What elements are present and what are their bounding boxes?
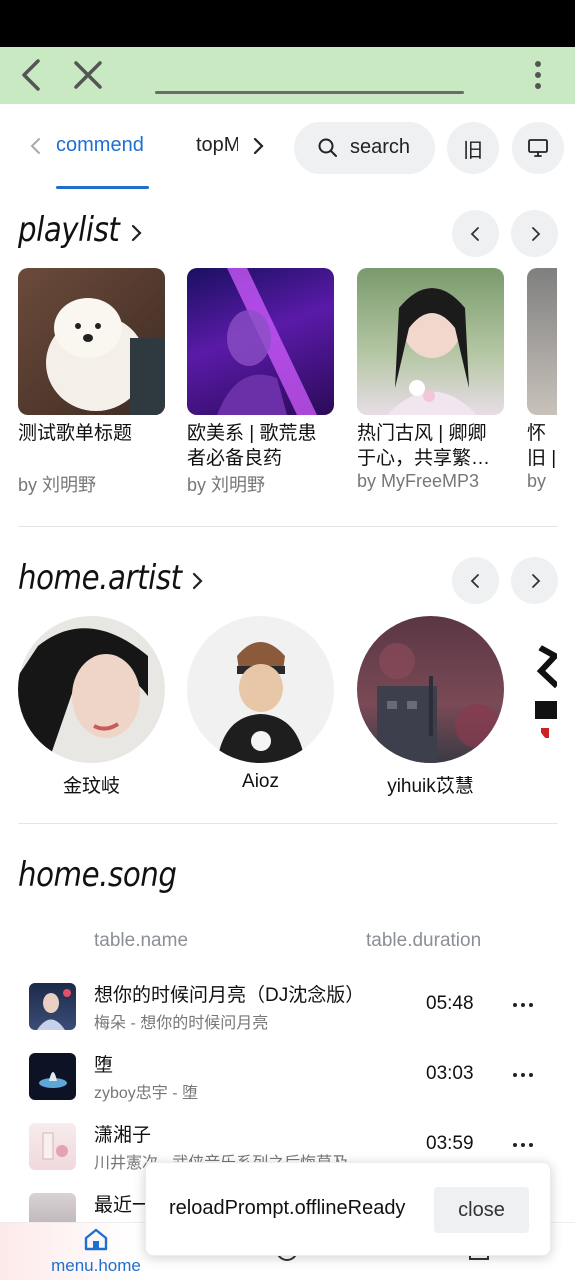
nav-home-label: menu.home bbox=[51, 1256, 141, 1275]
monitor-icon bbox=[528, 139, 548, 157]
song-title: 堕 bbox=[94, 1055, 114, 1076]
song-section-title: home.song bbox=[18, 855, 177, 895]
artist-name: yihuik苡慧 bbox=[387, 776, 474, 797]
home-icon bbox=[84, 1228, 108, 1251]
chevron-left-icon bbox=[470, 573, 479, 588]
playlist-cover bbox=[527, 268, 557, 415]
playlist-cover bbox=[357, 268, 504, 415]
chevron-right-icon bbox=[531, 226, 540, 241]
toast-close-button[interactable]: close bbox=[434, 1187, 529, 1233]
language-button[interactable]: 旧 bbox=[447, 122, 499, 174]
artist-next-button[interactable] bbox=[511, 557, 558, 604]
more-vertical-icon[interactable] bbox=[518, 55, 558, 95]
song-duration: 03:03 bbox=[426, 1063, 474, 1084]
more-horizontal-icon[interactable] bbox=[510, 1135, 536, 1155]
playlist-card[interactable]: 测试歌单标题 by 刘明野 bbox=[18, 268, 165, 497]
song-duration: 03:59 bbox=[426, 1133, 474, 1154]
section-divider bbox=[18, 526, 558, 527]
playlist-section-title[interactable]: playlist bbox=[18, 210, 120, 250]
playlist-author: by MyFreeMP3 bbox=[357, 471, 480, 491]
active-tab-indicator bbox=[56, 186, 149, 189]
artist-prev-button[interactable] bbox=[452, 557, 499, 604]
playlist-next-button[interactable] bbox=[511, 210, 558, 257]
artist-section-title[interactable]: home.artist bbox=[18, 558, 182, 598]
column-header-duration[interactable]: table.duration bbox=[366, 930, 481, 952]
playlist-title: 欧美系 | 歌荒患者必备良药 bbox=[187, 423, 317, 469]
search-icon bbox=[316, 136, 340, 160]
playlist-title: 怀旧 | 时 bbox=[527, 423, 557, 469]
song-title: 潇湘子 bbox=[94, 1125, 152, 1146]
artist-card[interactable]: yihuik苡慧 bbox=[357, 616, 504, 798]
song-duration: 05:48 bbox=[426, 993, 474, 1014]
search-button[interactable]: search bbox=[294, 122, 435, 174]
close-icon[interactable] bbox=[68, 55, 108, 95]
artist-avatar bbox=[187, 616, 334, 763]
chevron-right-icon[interactable] bbox=[126, 221, 146, 245]
artist-name: 金玟岐 bbox=[62, 776, 120, 797]
artist-card[interactable] bbox=[527, 616, 557, 763]
url-bar[interactable] bbox=[155, 91, 464, 94]
chevron-left-icon bbox=[470, 226, 479, 241]
playlist-author: by 刘明野 bbox=[187, 475, 266, 495]
search-label: search bbox=[350, 136, 411, 158]
more-horizontal-icon[interactable] bbox=[510, 995, 536, 1015]
song-cover bbox=[29, 1053, 76, 1100]
more-horizontal-icon[interactable] bbox=[510, 1065, 536, 1085]
desktop-button[interactable] bbox=[512, 122, 564, 174]
song-title: 最近一 bbox=[94, 1195, 152, 1216]
top-navigation: commend topMV search 旧 bbox=[0, 104, 575, 194]
column-header-name[interactable]: table.name bbox=[94, 930, 188, 952]
song-cover bbox=[29, 983, 76, 1030]
song-cover bbox=[29, 1193, 76, 1222]
artist-name: Aioz bbox=[242, 771, 279, 792]
toast-message: reloadPrompt.offlineReady bbox=[169, 1197, 406, 1219]
playlist-cover bbox=[18, 268, 165, 415]
chevron-right-icon[interactable] bbox=[248, 134, 268, 158]
song-artist-album: 梅朵 - 想你的时候问月亮 bbox=[94, 1015, 269, 1032]
offline-ready-toast: reloadPrompt.offlineReady close bbox=[145, 1162, 551, 1256]
song-row[interactable]: 想你的时候问月亮（DJ沈念版） 梅朵 - 想你的时候问月亮 05:48 bbox=[0, 983, 575, 1053]
browser-toolbar bbox=[0, 47, 575, 104]
chevron-left-icon[interactable] bbox=[26, 134, 46, 158]
artist-card[interactable]: 金玟岐 bbox=[18, 616, 165, 798]
playlist-card[interactable]: 热门古风 | 卿卿于心，共享繁… by MyFreeMP3 bbox=[357, 268, 504, 492]
artist-avatar bbox=[18, 616, 165, 763]
song-cover bbox=[29, 1123, 76, 1170]
status-bar bbox=[0, 0, 575, 47]
artist-card[interactable]: Aioz bbox=[187, 616, 334, 793]
artist-avatar bbox=[527, 616, 557, 763]
playlist-title: 热门古风 | 卿卿于心，共享繁… bbox=[357, 423, 491, 469]
nav-home[interactable]: menu.home bbox=[48, 1227, 144, 1276]
playlist-title: 测试歌单标题 bbox=[18, 423, 133, 444]
playlist-prev-button[interactable] bbox=[452, 210, 499, 257]
chevron-right-icon[interactable] bbox=[187, 569, 207, 593]
chevron-right-icon bbox=[531, 573, 540, 588]
artist-avatar bbox=[357, 616, 504, 763]
playlist-cover bbox=[187, 268, 334, 415]
tab-topmv[interactable]: topMV bbox=[196, 134, 238, 157]
song-title: 想你的时候问月亮（DJ沈念版） bbox=[94, 985, 365, 1006]
playlist-author: by bbox=[527, 471, 547, 491]
song-row[interactable]: 堕 zyboy忠宇 - 堕 03:03 bbox=[0, 1053, 575, 1123]
chevron-left-icon[interactable] bbox=[12, 55, 52, 95]
playlist-card[interactable]: 怀旧 | 时 by bbox=[527, 268, 557, 492]
tab-commend[interactable]: commend bbox=[56, 134, 144, 157]
playlist-card[interactable]: 欧美系 | 歌荒患者必备良药 by 刘明野 bbox=[187, 268, 334, 497]
song-artist-album: zyboy忠宇 - 堕 bbox=[94, 1085, 199, 1102]
playlist-author: by 刘明野 bbox=[18, 475, 97, 495]
section-divider bbox=[18, 823, 558, 824]
